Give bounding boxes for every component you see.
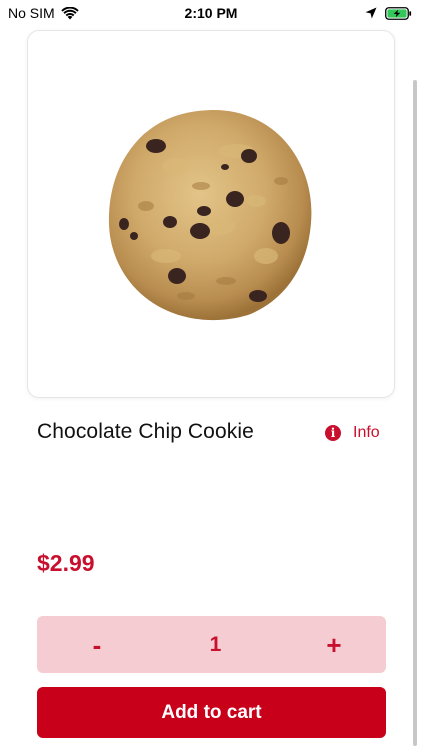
info-button[interactable]: i Info	[325, 422, 380, 444]
info-icon: i	[325, 425, 341, 441]
quantity-stepper: - 1 +	[37, 616, 386, 673]
status-left: No SIM	[8, 5, 79, 21]
wifi-icon	[60, 6, 79, 20]
scrollbar-thumb[interactable]	[413, 80, 417, 746]
increment-button[interactable]: +	[322, 632, 346, 658]
decrement-button[interactable]: -	[85, 632, 109, 658]
status-bar: No SIM 2:10 PM	[0, 0, 422, 26]
info-label: Info	[353, 424, 380, 441]
status-right	[365, 6, 412, 20]
product-image-card	[27, 30, 395, 398]
scrollbar[interactable]	[413, 80, 417, 746]
cookie-image	[108, 109, 312, 321]
battery-charging-icon	[385, 6, 412, 20]
quantity-value: 1	[209, 632, 222, 656]
add-to-cart-button[interactable]: Add to cart	[37, 687, 386, 738]
product-detail-screen: No SIM 2:10 PM Chocolate Chip Cookie i I…	[0, 0, 422, 750]
product-price: $2.99	[37, 550, 95, 576]
carrier-label: No SIM	[8, 5, 55, 21]
product-title: Chocolate Chip Cookie	[37, 420, 254, 443]
location-icon	[365, 7, 377, 19]
